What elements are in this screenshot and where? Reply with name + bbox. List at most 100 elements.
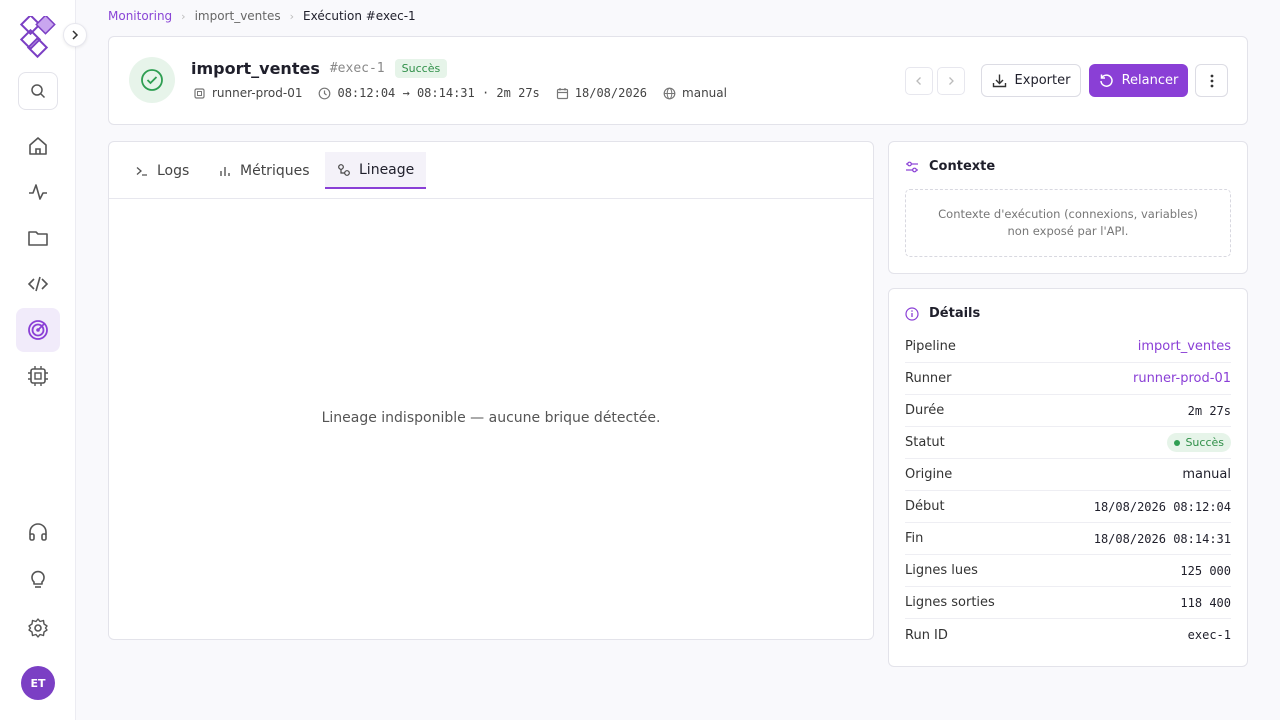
- bar-chart-icon: [218, 164, 232, 178]
- calendar-icon: [556, 87, 569, 100]
- meta-runner: runner-prod-01: [193, 86, 302, 100]
- sidebar-item-support[interactable]: [16, 510, 60, 554]
- chevron-right-icon: ›: [289, 9, 295, 23]
- detail-value: 18/08/2026 08:12:04: [1093, 499, 1231, 514]
- context-card: Contexte Contexte d'exécution (connexion…: [888, 141, 1248, 274]
- detail-row-end: Fin 18/08/2026 08:14:31: [905, 523, 1231, 555]
- headphones-icon: [27, 521, 49, 543]
- detail-value: 125 000: [1180, 563, 1231, 578]
- tab-label: Métriques: [240, 162, 310, 179]
- time-range: 08:12:04 → 08:14:31 · 2m 27s: [337, 86, 540, 100]
- detail-key: Origine: [905, 467, 953, 482]
- detail-row-run-id: Run ID exec-1: [905, 619, 1231, 651]
- tab-label: Lineage: [359, 161, 415, 178]
- lineage-icon: [337, 163, 351, 177]
- detail-value: 2m 27s: [1187, 403, 1231, 418]
- run-origin: manual: [682, 86, 727, 100]
- chevron-right-icon: [70, 30, 80, 40]
- relaunch-button[interactable]: Relancer: [1089, 64, 1188, 97]
- next-execution-button[interactable]: [937, 67, 965, 95]
- detail-key: Fin: [905, 531, 924, 546]
- detail-row-duration: Durée 2m 27s: [905, 395, 1231, 427]
- tab-metrics[interactable]: Métriques: [206, 152, 322, 189]
- runner-name: runner-prod-01: [212, 86, 303, 100]
- sidebar-item-ideas[interactable]: [16, 558, 60, 602]
- detail-value: exec-1: [1187, 628, 1231, 642]
- pipeline-link[interactable]: import_ventes: [1138, 339, 1231, 354]
- meta-date: 18/08/2026: [556, 86, 647, 100]
- sidebar-collapse-button[interactable]: [63, 23, 87, 47]
- detail-row-rows-out: Lignes sorties 118 400: [905, 587, 1231, 619]
- sidebar-item-folder[interactable]: [16, 216, 60, 260]
- check-circle-icon: [140, 68, 164, 92]
- status-text: Succès: [1185, 436, 1224, 449]
- status-badge: Succès: [1167, 433, 1231, 452]
- sidebar-item-activity[interactable]: [16, 170, 60, 214]
- code-icon: [27, 273, 49, 295]
- meta-origin: manual: [663, 86, 727, 100]
- lightbulb-icon: [27, 569, 49, 591]
- home-icon: [27, 135, 49, 157]
- sidebar-item-home[interactable]: [16, 124, 60, 168]
- avatar[interactable]: ET: [21, 666, 55, 700]
- search-button[interactable]: [18, 72, 58, 110]
- clock-icon: [318, 87, 331, 100]
- tab-lineage[interactable]: Lineage: [325, 152, 427, 189]
- breadcrumb: Monitoring › import_ventes › Exécution #…: [108, 9, 416, 23]
- sidebar-item-monitoring[interactable]: [16, 308, 60, 352]
- refresh-icon: [1099, 73, 1114, 88]
- detail-key: Run ID: [905, 627, 948, 643]
- main-panel: Logs Métriques Lineage Lineage indisponi…: [108, 141, 874, 640]
- empty-state-message: Lineage indisponible — aucune brique dét…: [321, 410, 661, 426]
- tab-bar: Logs Métriques Lineage: [109, 142, 873, 199]
- cpu-icon: [27, 365, 49, 387]
- globe-icon: [663, 87, 676, 100]
- breadcrumb-current: Exécution #exec-1: [303, 9, 416, 23]
- status-badge: Succès: [394, 59, 448, 78]
- gear-icon: [27, 617, 49, 639]
- execution-id: #exec-1: [329, 61, 385, 76]
- execution-meta: runner-prod-01 08:12:04 → 08:14:31 · 2m …: [193, 86, 727, 100]
- sidebar-item-code[interactable]: [16, 262, 60, 306]
- breadcrumb-pipeline[interactable]: import_ventes: [195, 9, 281, 23]
- sidebar-item-settings[interactable]: [16, 606, 60, 650]
- search-icon: [30, 83, 46, 99]
- chevron-right-icon: ›: [181, 9, 186, 23]
- sidebar: ET: [0, 0, 76, 720]
- chevron-left-icon: [914, 76, 924, 86]
- more-options-button[interactable]: [1195, 64, 1228, 97]
- tab-logs[interactable]: Logs: [123, 152, 201, 189]
- relaunch-label: Relancer: [1121, 73, 1179, 88]
- meta-time: 08:12:04 → 08:14:31 · 2m 27s: [318, 86, 540, 100]
- download-icon: [992, 73, 1007, 88]
- detail-value: manual: [1182, 467, 1231, 482]
- detail-row-origin: Origine manual: [905, 459, 1231, 491]
- breadcrumb-monitoring[interactable]: Monitoring: [108, 9, 172, 23]
- chevron-right-icon: [946, 76, 956, 86]
- sliders-icon: [905, 160, 919, 174]
- detail-value: 118 400: [1180, 595, 1231, 610]
- info-icon: [905, 306, 919, 321]
- status-indicator: [129, 57, 175, 103]
- detail-key: Runner: [905, 371, 952, 386]
- sidebar-item-cpu[interactable]: [16, 354, 60, 398]
- previous-execution-button[interactable]: [905, 67, 933, 95]
- detail-key: Durée: [905, 403, 945, 418]
- detail-row-runner: Runner runner-prod-01: [905, 363, 1231, 395]
- export-button[interactable]: Exporter: [981, 64, 1081, 97]
- context-message: Contexte d'exécution (connexions, variab…: [905, 189, 1231, 257]
- detail-key: Début: [905, 499, 945, 514]
- details-title: Détails: [905, 306, 980, 321]
- activity-icon: [27, 181, 49, 203]
- page-title: import_ventes: [191, 59, 320, 78]
- detail-key: Statut: [905, 435, 945, 450]
- context-title: Contexte: [905, 159, 995, 174]
- radar-icon: [27, 319, 49, 341]
- runner-link[interactable]: runner-prod-01: [1133, 371, 1231, 386]
- app-logo[interactable]: [16, 16, 60, 60]
- details-card: Détails Pipeline import_ventes Runner ru…: [888, 288, 1248, 667]
- detail-row-rows-read: Lignes lues 125 000: [905, 555, 1231, 587]
- context-title-text: Contexte: [929, 159, 996, 174]
- detail-key: Lignes lues: [905, 563, 978, 578]
- detail-value: 18/08/2026 08:14:31: [1093, 531, 1231, 546]
